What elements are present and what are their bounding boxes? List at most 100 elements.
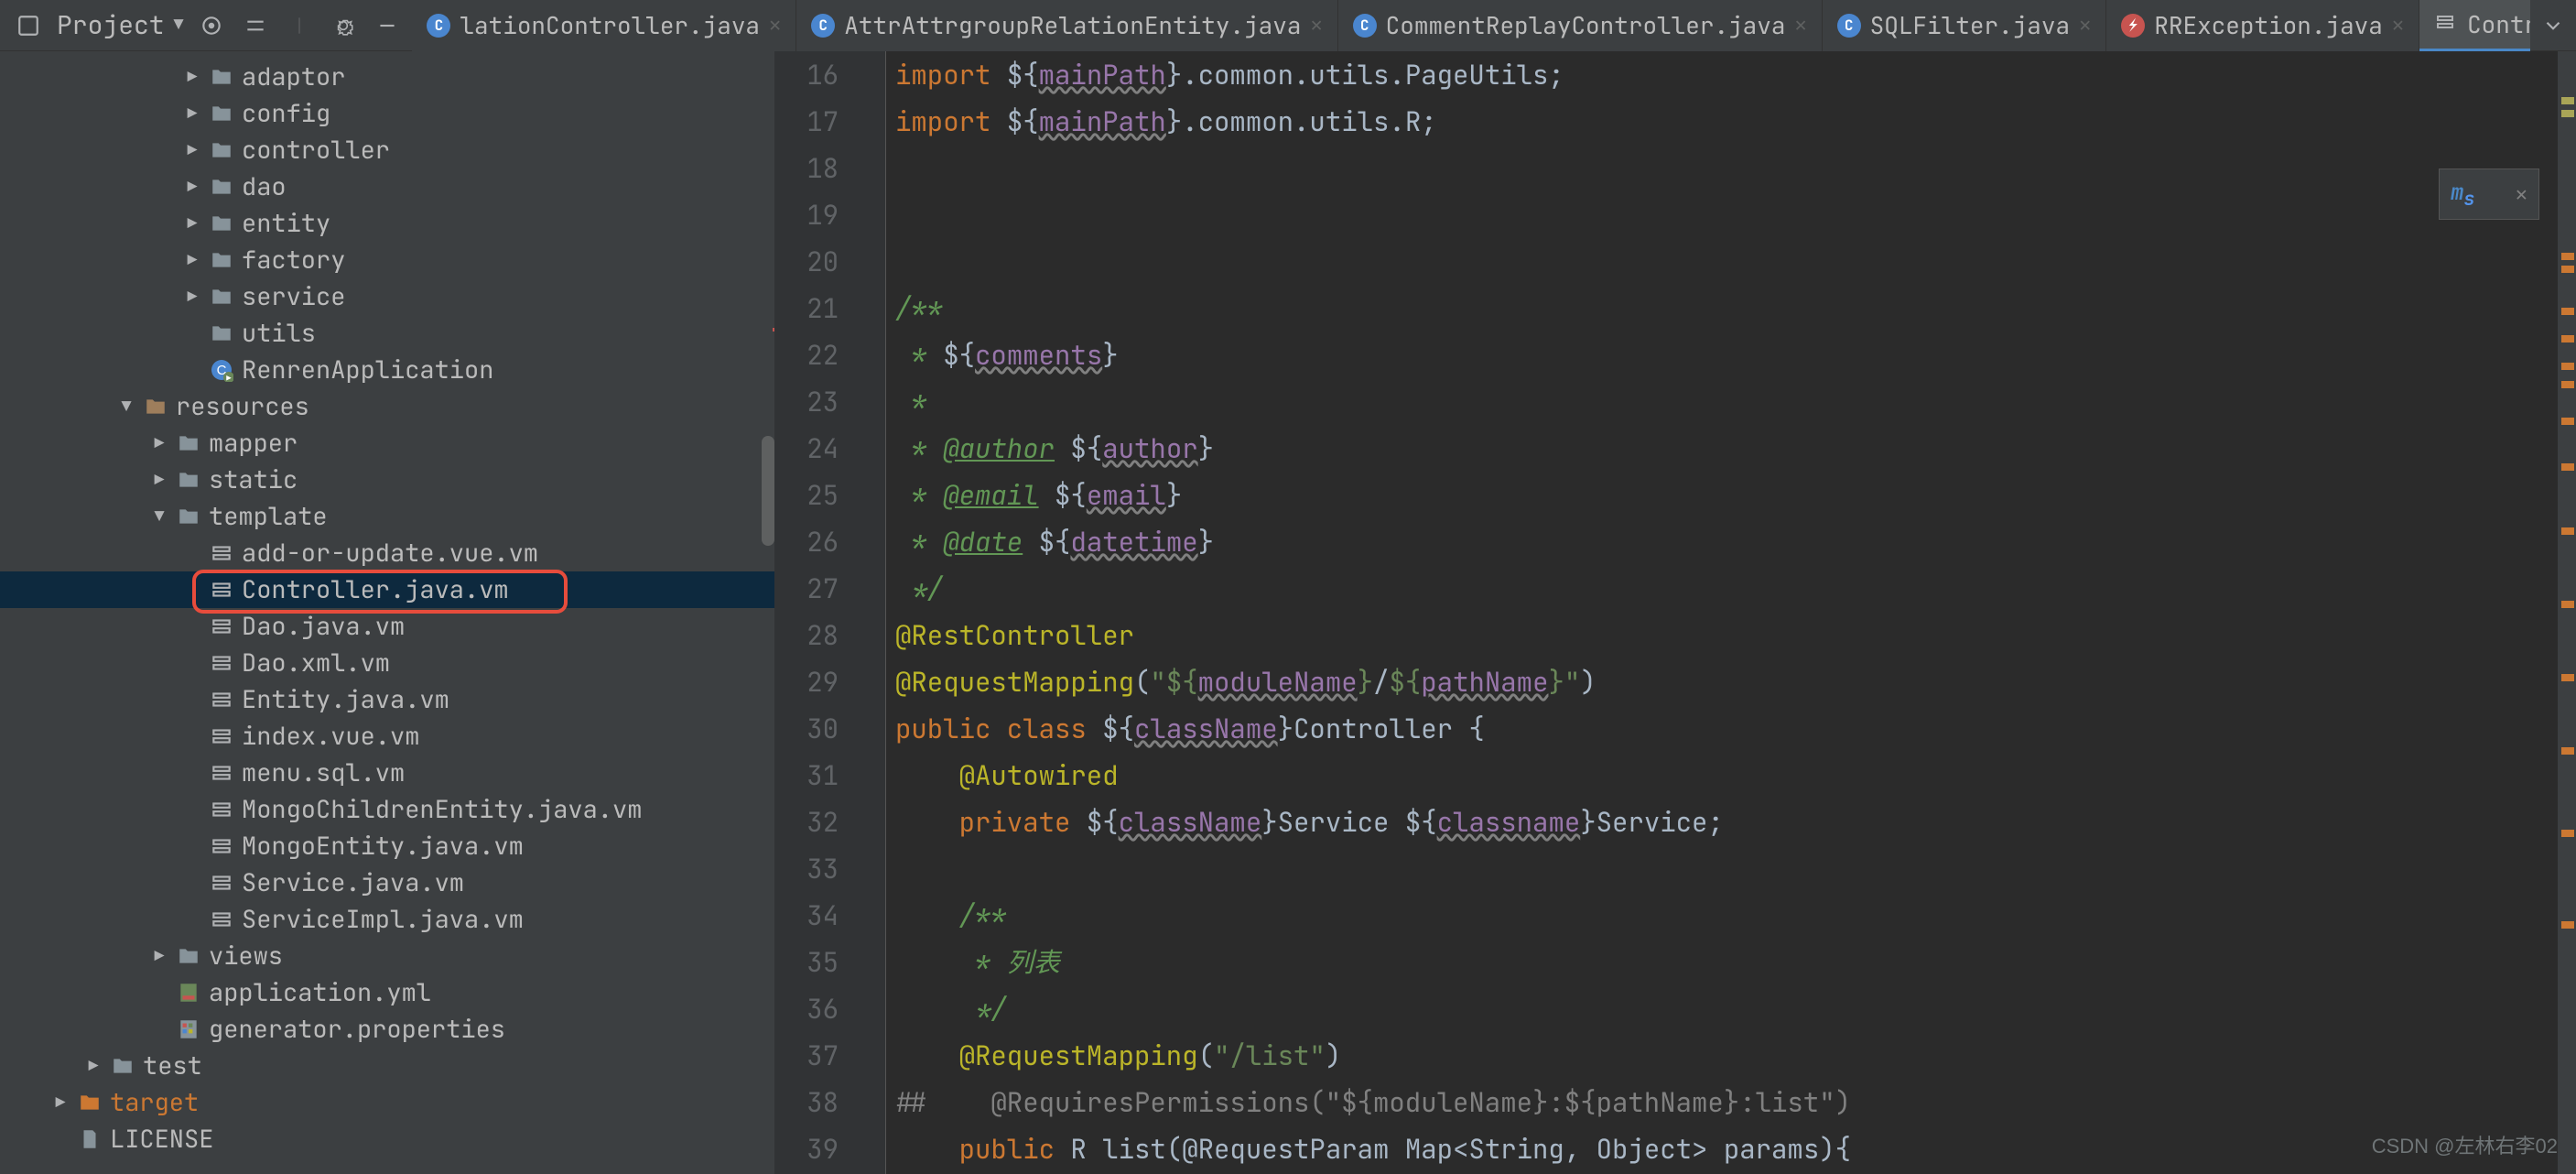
tree-item[interactable]: ▼template: [0, 498, 774, 535]
locate-icon[interactable]: [194, 8, 229, 43]
code-line[interactable]: * ${comments}: [895, 332, 2558, 378]
expand-icon[interactable]: ▶: [84, 1056, 103, 1077]
editor-tab[interactable]: CSQLFilter.java✕: [1823, 0, 2107, 51]
tree-item[interactable]: MongoEntity.java.vm: [0, 828, 774, 864]
fold-column[interactable]: [864, 51, 886, 1174]
tree-item[interactable]: Entity.java.vm: [0, 681, 774, 718]
expand-icon[interactable]: ▶: [183, 287, 201, 308]
collapse-icon[interactable]: [238, 8, 273, 43]
tree-item[interactable]: ▶adaptor: [0, 59, 774, 95]
warning-marker[interactable]: [2561, 527, 2574, 535]
code-line[interactable]: * @date ${datetime}: [895, 518, 2558, 565]
code-line[interactable]: /**: [895, 892, 2558, 939]
tabs-overflow-icon[interactable]: [2538, 8, 2569, 43]
code-line[interactable]: [895, 238, 2558, 285]
warning-marker[interactable]: [2561, 110, 2574, 117]
editor-tab[interactable]: CAttrAttrgroupRelationEntity.java✕: [796, 0, 1337, 51]
tree-item[interactable]: Service.java.vm: [0, 864, 774, 901]
tree-item[interactable]: index.vue.vm: [0, 718, 774, 755]
code-editor[interactable]: 1617181920212223242526272829303132333435…: [774, 51, 2576, 1174]
tree-item[interactable]: ServiceImpl.java.vm: [0, 901, 774, 938]
expand-icon[interactable]: ▶: [150, 946, 168, 967]
tree-item[interactable]: LICENSE: [0, 1121, 774, 1158]
project-dropdown[interactable]: Project ▼: [57, 8, 183, 42]
code-area[interactable]: import ${mainPath}.common.utils.PageUtil…: [886, 51, 2558, 1174]
code-line[interactable]: /**: [895, 285, 2558, 332]
tree-item[interactable]: ▶dao: [0, 168, 774, 205]
expand-icon[interactable]: ▶: [183, 67, 201, 88]
gear-icon[interactable]: [326, 8, 361, 43]
expand-icon[interactable]: ▶: [183, 177, 201, 198]
tree-item[interactable]: ▶factory: [0, 242, 774, 278]
code-line[interactable]: @Autowired: [895, 752, 2558, 799]
expand-icon[interactable]: ▶: [150, 433, 168, 454]
editor-tab[interactable]: ClationController.java✕: [412, 0, 796, 51]
tree-item[interactable]: Dao.java.vm: [0, 608, 774, 645]
tree-item[interactable]: ▶test: [0, 1048, 774, 1084]
tree-item[interactable]: ▶entity: [0, 205, 774, 242]
close-icon[interactable]: ✕: [2516, 181, 2527, 208]
code-line[interactable]: * @author ${author}: [895, 425, 2558, 472]
warning-marker[interactable]: [2561, 381, 2574, 388]
warning-marker[interactable]: [2561, 335, 2574, 342]
tree-item[interactable]: ▶static: [0, 462, 774, 498]
expand-icon[interactable]: ▼: [117, 397, 135, 418]
expand-icon[interactable]: ▶: [183, 140, 201, 161]
tree-item[interactable]: ▶service: [0, 278, 774, 315]
code-line[interactable]: @RestController: [895, 612, 2558, 658]
tree-item[interactable]: Controller.java.vm: [0, 571, 774, 608]
close-icon[interactable]: ✕: [1310, 12, 1322, 38]
expand-icon[interactable]: ▼: [150, 506, 168, 527]
warning-marker[interactable]: [2561, 253, 2574, 260]
close-icon[interactable]: ✕: [1794, 12, 1806, 38]
code-line[interactable]: public R list(@RequestParam Map<String, …: [895, 1125, 2558, 1172]
tree-item[interactable]: add-or-update.vue.vm: [0, 535, 774, 571]
close-icon[interactable]: ✕: [769, 12, 781, 38]
tree-item[interactable]: C▶RenrenApplication: [0, 352, 774, 388]
code-line[interactable]: import ${mainPath}.common.utils.R;: [895, 98, 2558, 145]
code-line[interactable]: [895, 145, 2558, 191]
code-line[interactable]: ## @RequiresPermissions("${moduleName}:$…: [895, 1079, 2558, 1125]
tree-item[interactable]: ▼resources: [0, 388, 774, 425]
expand-icon[interactable]: ▶: [183, 213, 201, 234]
tree-item[interactable]: application.yml: [0, 974, 774, 1011]
code-line[interactable]: public class ${className}Controller {: [895, 705, 2558, 752]
code-line[interactable]: */: [895, 985, 2558, 1032]
expand-icon[interactable]: ▶: [183, 250, 201, 271]
tree-item[interactable]: generator.properties: [0, 1011, 774, 1048]
minimize-icon[interactable]: [370, 8, 405, 43]
tree-item[interactable]: MongoChildrenEntity.java.vm: [0, 791, 774, 828]
code-line[interactable]: [895, 845, 2558, 892]
warning-marker[interactable]: [2561, 97, 2574, 104]
expand-icon[interactable]: ▶: [183, 103, 201, 125]
code-line[interactable]: private ${className}Service ${classname}…: [895, 799, 2558, 845]
close-icon[interactable]: ✕: [2079, 12, 2091, 38]
code-line[interactable]: * @email ${email}: [895, 472, 2558, 518]
code-line[interactable]: */: [895, 565, 2558, 612]
expand-icon[interactable]: ▶: [150, 470, 168, 491]
tree-item[interactable]: Dao.xml.vm: [0, 645, 774, 681]
tree-item[interactable]: ▶views: [0, 938, 774, 974]
marker-strip[interactable]: [2558, 51, 2576, 1174]
tree-item[interactable]: ▶mapper: [0, 425, 774, 462]
editor-tab[interactable]: Controller.java.vm✕: [2419, 0, 2530, 51]
code-line[interactable]: * 列表: [895, 939, 2558, 985]
editor-tab[interactable]: ⚡RRException.java✕: [2106, 0, 2419, 51]
tree-item[interactable]: utils: [0, 315, 774, 352]
warning-marker[interactable]: [2561, 363, 2574, 370]
warning-marker[interactable]: [2561, 601, 2574, 608]
inspection-widget[interactable]: ms ✕: [2439, 168, 2539, 220]
warning-marker[interactable]: [2561, 921, 2574, 929]
tree-item[interactable]: ▶config: [0, 95, 774, 132]
editor-tab[interactable]: CCommentReplayController.java✕: [1338, 0, 1823, 51]
warning-marker[interactable]: [2561, 747, 2574, 755]
tree-item[interactable]: ▶target: [0, 1084, 774, 1121]
code-line[interactable]: [895, 191, 2558, 238]
code-line[interactable]: @RequestMapping("${moduleName}/${pathNam…: [895, 658, 2558, 705]
warning-marker[interactable]: [2561, 266, 2574, 273]
close-icon[interactable]: ✕: [2392, 12, 2404, 38]
code-line[interactable]: @RequestMapping("/list"): [895, 1032, 2558, 1079]
warning-marker[interactable]: [2561, 674, 2574, 681]
code-line[interactable]: *: [895, 378, 2558, 425]
project-tree[interactable]: ▶adaptor▶config▶controller▶dao▶entity▶fa…: [0, 51, 774, 1174]
